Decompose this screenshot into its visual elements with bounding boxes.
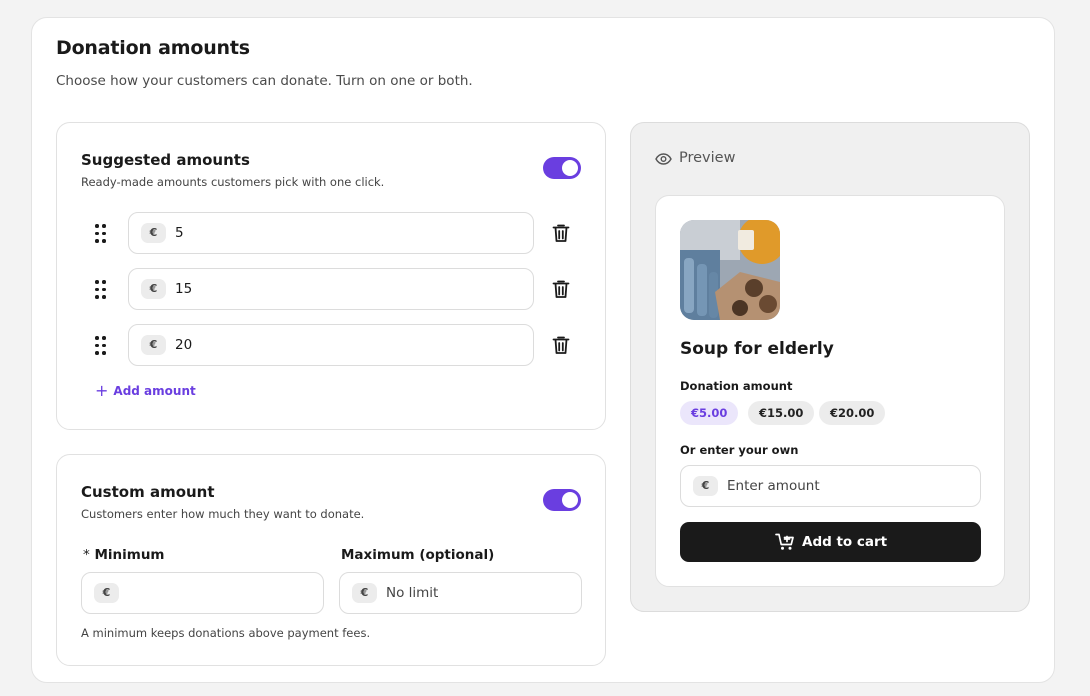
preview-panel: Preview Soup for elderly Donation amount… bbox=[630, 122, 1030, 612]
amount-value: 15 bbox=[175, 281, 193, 297]
amount-value: 5 bbox=[175, 225, 184, 241]
plus-icon: + bbox=[95, 381, 109, 400]
add-to-cart-button[interactable]: Add to cart bbox=[680, 522, 981, 562]
donation-chip[interactable]: €20.00 bbox=[819, 401, 886, 425]
trash-icon[interactable] bbox=[552, 223, 570, 243]
drag-handle-icon[interactable] bbox=[95, 224, 107, 243]
maximum-input[interactable]: € No limit bbox=[339, 572, 582, 614]
minimum-input[interactable]: € bbox=[81, 572, 324, 614]
minimum-label-text: Minimum bbox=[94, 547, 165, 563]
custom-amount-description: Customers enter how much they want to do… bbox=[81, 507, 365, 521]
page-title: Donation amounts bbox=[56, 37, 250, 59]
amount-row: € 20 bbox=[81, 324, 577, 366]
amount-row: € 15 bbox=[81, 268, 577, 310]
suggested-amounts-title: Suggested amounts bbox=[81, 151, 250, 169]
own-amount-placeholder: Enter amount bbox=[727, 478, 820, 494]
amount-input[interactable]: € 5 bbox=[128, 212, 534, 254]
trash-icon[interactable] bbox=[552, 279, 570, 299]
amount-value: 20 bbox=[175, 337, 193, 353]
custom-amount-toggle[interactable] bbox=[543, 489, 581, 511]
page-subtitle: Choose how your customers can donate. Tu… bbox=[56, 73, 473, 89]
preview-label: Preview bbox=[679, 150, 736, 166]
amount-row: € 5 bbox=[81, 212, 577, 254]
add-amount-label: Add amount bbox=[113, 384, 196, 398]
maximum-label: Maximum (optional) bbox=[341, 547, 495, 563]
donation-chip[interactable]: €5.00 bbox=[680, 401, 739, 425]
suggested-amounts-description: Ready-made amounts customers pick with o… bbox=[81, 175, 385, 189]
drag-handle-icon[interactable] bbox=[95, 280, 107, 299]
donation-amount-label: Donation amount bbox=[680, 379, 793, 393]
currency-badge: € bbox=[141, 279, 166, 299]
own-amount-label: Or enter your own bbox=[680, 443, 799, 457]
own-amount-input[interactable]: € Enter amount bbox=[680, 465, 981, 507]
add-amount-button[interactable]: + Add amount bbox=[95, 381, 196, 400]
cart-add-icon bbox=[775, 533, 794, 550]
add-to-cart-label: Add to cart bbox=[802, 534, 888, 550]
custom-amount-card: Custom amount Customers enter how much t… bbox=[56, 454, 606, 666]
donation-chip[interactable]: €15.00 bbox=[748, 401, 815, 425]
eye-icon bbox=[655, 153, 672, 165]
trash-icon[interactable] bbox=[552, 335, 570, 355]
custom-amount-title: Custom amount bbox=[81, 483, 215, 501]
product-image bbox=[680, 220, 780, 320]
minimum-label: * Minimum bbox=[83, 547, 165, 563]
currency-badge: € bbox=[352, 583, 377, 603]
amount-input[interactable]: € 15 bbox=[128, 268, 534, 310]
currency-badge: € bbox=[94, 583, 119, 603]
suggested-amounts-card: Suggested amounts Ready-made amounts cus… bbox=[56, 122, 606, 430]
currency-badge: € bbox=[693, 476, 718, 496]
suggested-amounts-toggle[interactable] bbox=[543, 157, 581, 179]
product-name: Soup for elderly bbox=[680, 339, 834, 359]
product-preview-card: Soup for elderly Donation amount €5.00 €… bbox=[655, 195, 1005, 587]
donation-amounts-panel: Donation amounts Choose how your custome… bbox=[31, 17, 1055, 683]
required-marker: * bbox=[83, 547, 90, 563]
currency-badge: € bbox=[141, 335, 166, 355]
minimum-hint: A minimum keeps donations above payment … bbox=[81, 626, 371, 640]
drag-handle-icon[interactable] bbox=[95, 336, 107, 355]
toggle-knob bbox=[562, 160, 578, 176]
maximum-placeholder: No limit bbox=[386, 585, 439, 601]
currency-badge: € bbox=[141, 223, 166, 243]
amount-input[interactable]: € 20 bbox=[128, 324, 534, 366]
toggle-knob bbox=[562, 492, 578, 508]
